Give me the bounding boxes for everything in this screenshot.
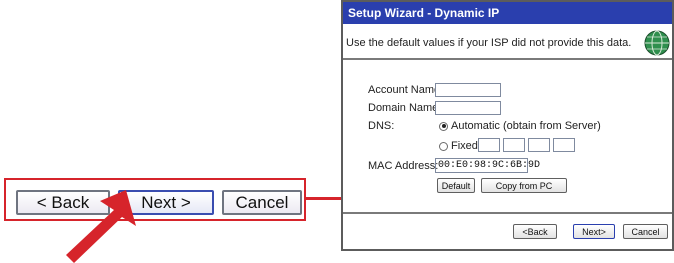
account-name-input[interactable]: [435, 83, 501, 97]
dns-automatic-radio[interactable]: [439, 121, 448, 131]
dialog-title: Setup Wizard - Dynamic IP: [343, 2, 672, 24]
dns-automatic-option[interactable]: Automatic (obtain from Server): [439, 120, 601, 132]
copy-from-pc-button[interactable]: Copy from PC: [481, 178, 567, 193]
header-instructions: Use the default values if your ISP did n…: [346, 37, 632, 49]
dialog-footer: <Back Next> Cancel: [343, 212, 672, 249]
pointer-arrow-icon: [66, 190, 136, 263]
dns-fixed-option[interactable]: Fixed:: [439, 140, 481, 152]
dns-ip-octet-2[interactable]: [503, 138, 525, 152]
dns-ip-octet-4[interactable]: [553, 138, 575, 152]
default-button[interactable]: Default: [437, 178, 475, 193]
dns-fixed-label: Fixed:: [451, 140, 481, 152]
dns-ip-octet-3[interactable]: [528, 138, 550, 152]
globe-icon: [644, 30, 670, 56]
account-name-label: Account Name:: [368, 84, 444, 96]
dns-automatic-label: Automatic (obtain from Server): [451, 120, 601, 132]
mac-address-input[interactable]: 00:E0:98:9C:6B:9D: [435, 158, 540, 173]
dialog-body: Account Name: Domain Name: DNS: Automati…: [343, 62, 672, 216]
cancel-button[interactable]: Cancel: [623, 224, 668, 239]
domain-name-label: Domain Name:: [368, 102, 442, 114]
next-button[interactable]: Next>: [573, 224, 615, 239]
zoomed-button-group: < Back Next > Cancel: [4, 178, 306, 221]
zoom-cancel-button[interactable]: Cancel: [222, 190, 302, 215]
dns-ip-octet-1[interactable]: [478, 138, 500, 152]
mac-address-label: MAC Address:: [368, 160, 439, 172]
dns-fixed-radio[interactable]: [439, 141, 448, 151]
back-button[interactable]: <Back: [513, 224, 557, 239]
domain-name-input[interactable]: [435, 101, 501, 115]
dns-label: DNS:: [368, 120, 395, 132]
dialog-header: Use the default values if your ISP did n…: [343, 24, 672, 60]
setup-wizard-dialog: Setup Wizard - Dynamic IP Use the defaul…: [341, 0, 674, 251]
